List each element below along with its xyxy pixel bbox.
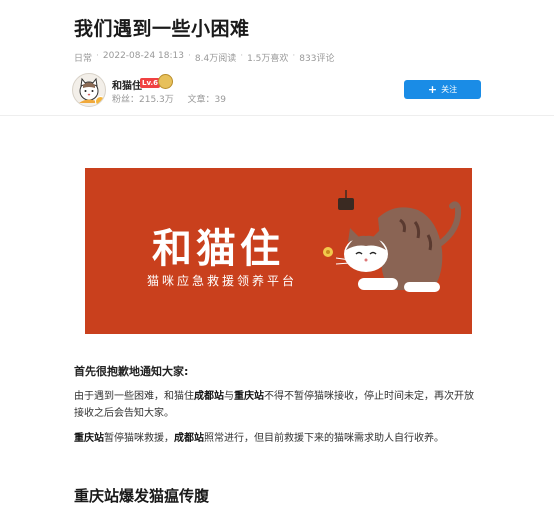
plus-icon: +: [427, 82, 438, 96]
intro-heading: 首先很抱歉地通知大家:: [74, 365, 189, 378]
paragraph-text: 与: [224, 391, 234, 402]
article-title: 我们遇到一些小困难: [74, 18, 250, 40]
article-comments[interactable]: 833评论: [299, 51, 334, 64]
article-meta: 日常 · 2022-08-24 18:13 · 8.4万阅读 · 1.5万喜欢 …: [74, 51, 334, 64]
paragraph-status: 重庆站暂停猫咪救援，成都站照常进行，但目前救援下来的猫咪需求助人自行收养。: [74, 430, 474, 447]
station-chengdu: 成都站: [194, 391, 224, 402]
author-name[interactable]: 和猫住: [112, 77, 142, 92]
station-chongqing: 重庆站: [74, 433, 104, 444]
paragraph-notice: 由于遇到一些困难，和猫住成都站与重庆站不得不暂停猫咪接收，停止时间未定，再次开放…: [74, 388, 474, 422]
author-articles: 文章：39: [187, 95, 226, 105]
paragraph-text: 由于遇到一些困难，和猫住: [74, 391, 194, 402]
header-divider: [0, 115, 554, 116]
article-likes: 1.5万喜欢: [247, 54, 289, 64]
follow-button[interactable]: + 关注: [404, 80, 481, 99]
banner-title: 和猫住: [152, 225, 284, 272]
article-category[interactable]: 日常: [74, 51, 92, 64]
paragraph-text: 暂停猫咪救援，: [104, 433, 174, 444]
follow-button-label: 关注: [441, 85, 458, 94]
cat-illustration-icon: [323, 190, 462, 292]
verified-badge-icon: [95, 96, 105, 106]
medal-icon: [158, 74, 173, 89]
meta-separator: ·: [240, 51, 244, 61]
article-datetime: 2022-08-24 18:13: [102, 51, 184, 61]
article-banner-image: 和猫住 猫咪应急救援领养平台: [85, 168, 472, 334]
meta-separator: ·: [188, 51, 191, 61]
author-stats: 粉丝：215.3万 文章：39: [112, 92, 226, 105]
article-reads: 8.4万阅读: [194, 54, 237, 64]
author-avatar[interactable]: [72, 73, 106, 107]
section-heading: 重庆站爆发猫瘟传腹: [74, 487, 210, 505]
author-followers: 粉丝：215.3万: [112, 95, 174, 105]
station-chengdu: 成都站: [174, 433, 204, 444]
meta-separator: ·: [292, 51, 296, 61]
level-badge: Lv.6: [140, 78, 160, 88]
paragraph-text: 照常进行，但目前救援下来的猫咪需求助人自行收养。: [204, 433, 444, 444]
meta-separator: ·: [96, 51, 99, 61]
station-chongqing: 重庆站: [234, 391, 264, 402]
banner-subtitle: 猫咪应急救援领养平台: [147, 274, 298, 288]
